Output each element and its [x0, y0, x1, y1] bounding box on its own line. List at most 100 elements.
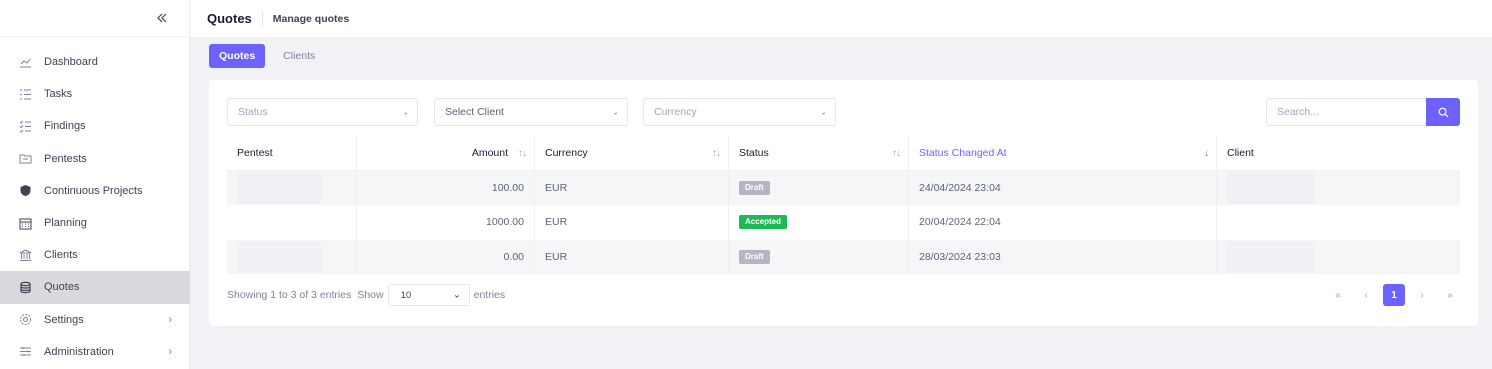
sidebar-item-label: Tasks [44, 88, 73, 101]
status-filter[interactable]: Status ⌄ [227, 98, 418, 126]
column-header-pentest[interactable]: Pentest [227, 136, 357, 170]
cell-currency: EUR [535, 239, 729, 274]
gear-icon [18, 313, 32, 327]
sidebar-item-quotes[interactable]: Quotes [0, 271, 190, 304]
table-row[interactable]: 100.00 EUR Draft 24/04/2024 23:04 [227, 171, 1460, 206]
collapse-sidebar-button[interactable] [154, 10, 170, 26]
status-badge: Draft [739, 181, 770, 196]
sidebar-item-dashboard[interactable]: Dashboard [0, 46, 190, 78]
redacted-block [1227, 172, 1315, 205]
quotes-card: Status ⌄ Select Client ⌄ Currency ⌄ Pent… [209, 80, 1478, 326]
chevron-right-icon: › [1420, 289, 1424, 301]
entries-label: entries [473, 289, 506, 301]
status-badge: Draft [739, 249, 770, 264]
first-page-button[interactable]: « [1327, 284, 1349, 306]
shield-icon [18, 184, 32, 198]
chevron-right-icon: › [168, 313, 172, 326]
title-divider [261, 10, 263, 27]
column-header-status[interactable]: Status ↑↓ [729, 136, 909, 170]
table-header: Pentest Amount ↑↓ Currency ↑↓ Status ↑↓ Sta… [227, 136, 1460, 171]
search-input[interactable] [1266, 98, 1426, 126]
sidebar-item-pentests[interactable]: Pentests [0, 143, 190, 175]
sort-desc-icon: ↓ [1204, 147, 1209, 159]
table-row[interactable]: 0.00 EUR Draft 28/03/2024 23:03 [227, 239, 1460, 274]
page-length-select[interactable]: 10 ⌄ [387, 284, 470, 306]
column-header-currency[interactable]: Currency ↑↓ [535, 136, 729, 170]
cell-currency: EUR [535, 171, 729, 206]
page-length-value: 10 [400, 289, 412, 301]
column-header-label: Status Changed At [919, 147, 1007, 159]
search-icon [1438, 107, 1448, 117]
cell-status: Accepted [729, 205, 909, 240]
cell-status-changed-at: 24/04/2024 23:04 [909, 171, 1217, 206]
cell-amount: 1000.00 [357, 205, 535, 240]
page-title: Quotes [207, 11, 252, 26]
column-header-amount[interactable]: Amount ↑↓ [357, 136, 535, 170]
page-button-1[interactable]: 1 [1383, 284, 1405, 306]
tab-quotes[interactable]: Quotes [209, 44, 266, 68]
pagination: « ‹ 1 › » [1321, 284, 1461, 306]
cell-currency: EUR [535, 205, 729, 240]
sidebar-item-tasks[interactable]: Tasks [0, 78, 190, 110]
folder-icon [18, 152, 32, 166]
sidebar-item-findings[interactable]: Findings [0, 110, 190, 142]
cell-pentest [227, 239, 357, 274]
cell-client [1217, 240, 1460, 274]
redacted-block [237, 240, 321, 273]
sidebar-item-label: Dashboard [44, 56, 98, 69]
cell-amount: 100.00 [357, 171, 535, 206]
chevron-right-icon: › [168, 345, 172, 358]
column-header-label: Pentest [237, 147, 273, 159]
quotes-table: Pentest Amount ↑↓ Currency ↑↓ Status ↑↓ Sta… [227, 136, 1460, 274]
redacted-block [1227, 240, 1315, 273]
cell-client [1217, 171, 1460, 205]
next-page-button[interactable]: › [1411, 284, 1433, 306]
status-badge: Accepted [739, 215, 788, 230]
cell-pentest [227, 205, 357, 240]
search-button[interactable] [1426, 98, 1460, 126]
cell-client [1217, 205, 1460, 239]
calendar-icon [18, 216, 32, 230]
previous-page-button[interactable]: ‹ [1355, 284, 1377, 306]
sidebar-item-continuous-projects[interactable]: Continuous Projects [0, 175, 190, 207]
sidebar-item-planning[interactable]: Planning [0, 207, 190, 239]
table-row[interactable]: 1000.00 EUR Accepted 20/04/2024 22:04 [227, 205, 1460, 240]
chevron-down-icon: ⌄ [402, 107, 409, 117]
tab-clients[interactable]: Clients [273, 44, 325, 68]
chart-line-icon [18, 55, 32, 69]
status-filter-label: Status [238, 106, 268, 118]
sidebar-item-label: Pentests [44, 152, 87, 165]
double-chevron-left-icon [157, 13, 167, 23]
table-info: Showing 1 to 3 of 3 entries Show 10 ⌄ en… [227, 284, 506, 306]
column-header-label: Client [1227, 147, 1254, 159]
cell-pentest [227, 171, 357, 206]
cell-status: Draft [729, 171, 909, 206]
column-header-client[interactable]: Client [1217, 136, 1460, 170]
last-page-button[interactable]: » [1439, 284, 1461, 306]
sidebar-item-label: Clients [44, 249, 78, 262]
chevron-down-icon: ⌄ [820, 107, 827, 117]
sidebar-item-administration[interactable]: Administration › [0, 336, 190, 368]
chevron-left-icon: ‹ [1364, 289, 1368, 301]
sidebar-item-label: Planning [44, 217, 87, 230]
column-header-status-changed-at[interactable]: Status Changed At ↓ [909, 136, 1217, 170]
bank-icon [18, 248, 32, 262]
sidebar-nav: Dashboard Tasks Findings Pentests Contin… [0, 46, 190, 368]
sidebar-item-label: Administration [44, 345, 114, 358]
sidebar-item-label: Continuous Projects [44, 184, 143, 197]
sidebar-item-clients[interactable]: Clients [0, 239, 190, 271]
double-chevron-left-icon: « [1335, 289, 1341, 301]
chevron-down-icon: ⌄ [612, 107, 619, 117]
sidebar-header [0, 0, 189, 37]
sidebar-item-settings[interactable]: Settings › [0, 304, 190, 336]
currency-filter[interactable]: Currency ⌄ [643, 98, 836, 126]
sort-icon: ↑↓ [712, 147, 721, 159]
tabs: Quotes Clients [209, 44, 333, 68]
currency-filter-label: Currency [654, 106, 697, 118]
client-filter[interactable]: Select Client ⌄ [434, 98, 628, 126]
topbar: Quotes Manage quotes [190, 0, 1492, 37]
column-header-label: Currency [545, 147, 588, 159]
entries-info: Showing 1 to 3 of 3 entries [227, 289, 352, 301]
sidebar: Dashboard Tasks Findings Pentests Contin… [0, 0, 190, 369]
page-subtitle: Manage quotes [272, 12, 350, 25]
